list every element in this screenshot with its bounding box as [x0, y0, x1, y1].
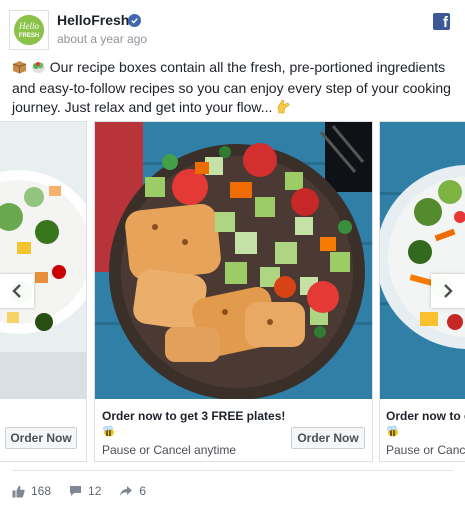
- chevron-left-icon: [12, 284, 21, 298]
- order-now-button[interactable]: Order Now: [5, 427, 77, 449]
- card-headline[interactable]: Order now to get 3 FREE plates!: [102, 409, 285, 423]
- share-icon: [120, 486, 133, 496]
- svg-text:Hello: Hello: [18, 21, 39, 31]
- post-timestamp[interactable]: about a year ago: [57, 32, 147, 46]
- halloumi-bowl-photo: [95, 122, 372, 399]
- hellofresh-logo: Hello FRESH: [14, 15, 44, 45]
- comments-count-text: 12: [88, 484, 102, 498]
- shares-count-text: 6: [139, 484, 147, 498]
- engagement-bar: 168 12 6: [12, 484, 164, 498]
- bee-emoji-icon: [102, 425, 115, 443]
- post-body-text: Our recipe boxes contain all the fresh, …: [12, 59, 451, 115]
- comments-count[interactable]: 12: [69, 484, 101, 498]
- card-headline[interactable]: Order now to g: [386, 409, 465, 423]
- carousel-card-current[interactable]: Order now to get 3 FREE plates! Pause or…: [94, 121, 373, 462]
- salad-photo: [380, 122, 465, 399]
- facebook-logo-icon: f: [433, 13, 450, 30]
- comment-icon: [70, 486, 82, 496]
- box-emoji-icon: [12, 60, 27, 79]
- carousel-next-button[interactable]: [431, 274, 465, 308]
- salad-emoji-icon: [31, 60, 46, 79]
- order-now-button[interactable]: Order Now: [291, 427, 365, 449]
- card-description: Pause or Cancel anytime: [102, 443, 237, 457]
- page-name-link[interactable]: HelloFresh: [57, 12, 129, 28]
- likes-count-text: 168: [31, 484, 52, 498]
- sponsored-post-card: Hello FRESH HelloFresh about a year ago …: [0, 0, 465, 512]
- carousel-previous-button[interactable]: [0, 274, 34, 308]
- image-carousel[interactable]: Order Now Order now to get 3 FREE plates…: [0, 121, 465, 462]
- svg-text:FRESH: FRESH: [19, 33, 39, 39]
- post-text: Our recipe boxes contain all the fresh, …: [12, 58, 460, 119]
- chevron-right-icon: [444, 284, 453, 298]
- salad-photo: [0, 122, 86, 399]
- shares-count[interactable]: 6: [119, 484, 146, 498]
- bee-emoji-icon: [386, 425, 399, 443]
- likes-count[interactable]: 168: [12, 484, 51, 498]
- divider: [12, 470, 453, 471]
- hand-emoji-icon: [276, 99, 290, 119]
- page-avatar[interactable]: Hello FRESH: [9, 10, 49, 50]
- thumbs-up-icon: [12, 485, 25, 497]
- card-description: Pause or Cance: [386, 443, 465, 457]
- verified-badge-icon: [128, 14, 141, 27]
